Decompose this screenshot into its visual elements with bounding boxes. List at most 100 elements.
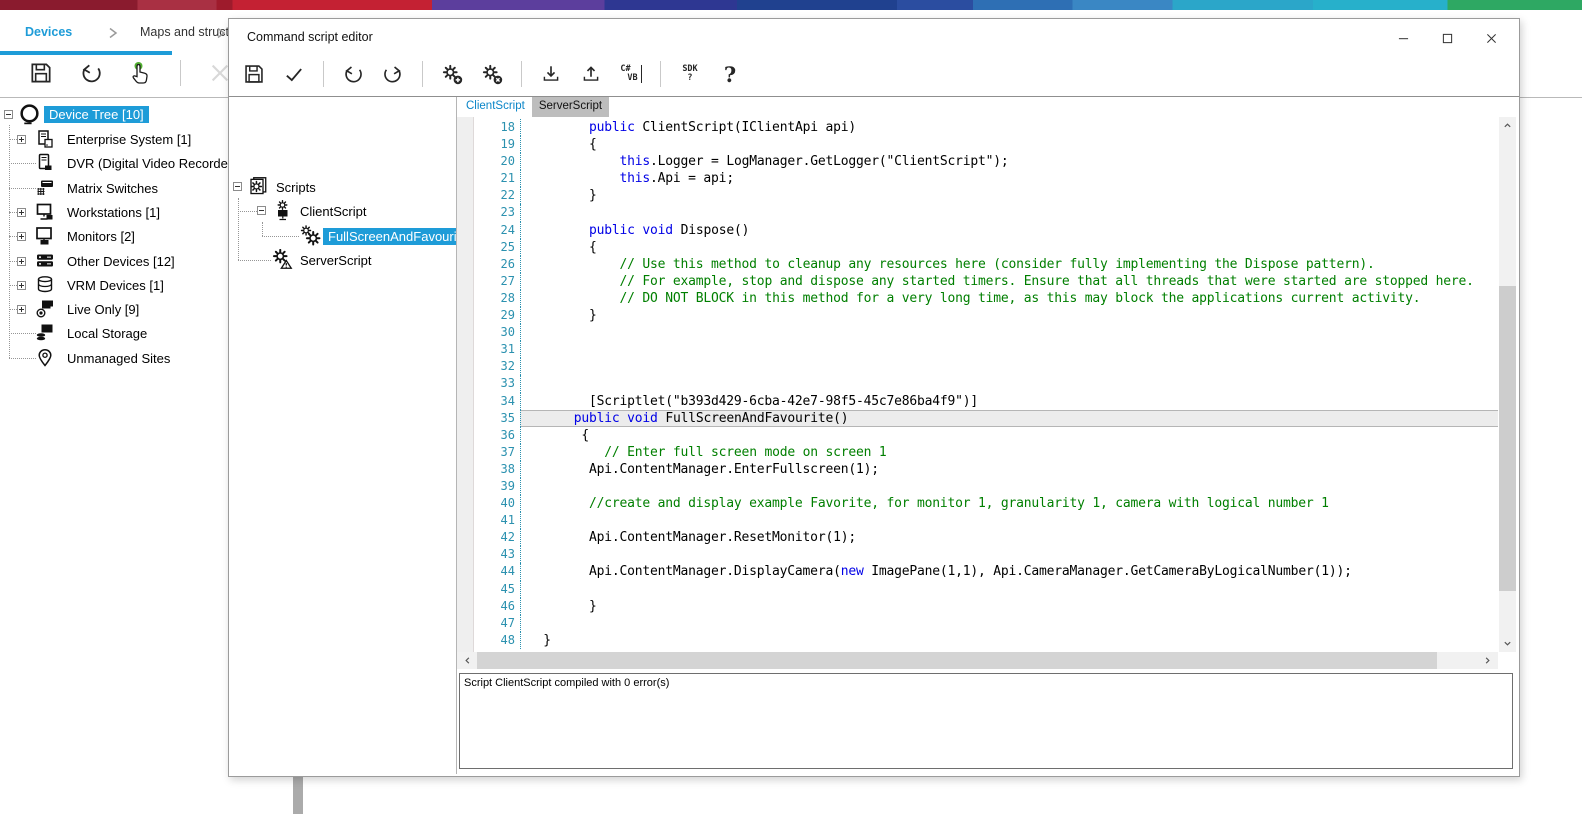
tree-item-other-devices-12[interactable]: Other Devices [12] (0, 250, 228, 272)
code-text[interactable] (520, 341, 1498, 358)
code-line-43[interactable]: 43 (473, 546, 1498, 563)
editor-hscrollbar[interactable] (457, 652, 1498, 669)
code-line-21[interactable]: 21 this.Api = api; (473, 170, 1498, 187)
expand-toggle[interactable] (17, 208, 26, 217)
undo-button[interactable] (76, 58, 106, 88)
code-text[interactable] (520, 358, 1498, 375)
tree-item-monitors-2[interactable]: Monitors [2] (0, 225, 228, 247)
code-line-45[interactable]: 45 (473, 581, 1498, 598)
collapse-toggle[interactable] (233, 182, 242, 191)
code-text[interactable]: public void Dispose() (520, 222, 1498, 239)
scroll-left-button[interactable] (459, 652, 476, 669)
code-text[interactable] (520, 375, 1498, 392)
help-button[interactable]: ? (715, 59, 745, 89)
code-text[interactable]: //create and display example Favorite, f… (520, 495, 1498, 512)
code-line-34[interactable]: 34 [Scriptlet("b393d429-6cba-42e7-98f5-4… (473, 393, 1498, 410)
code-text[interactable]: public ClientScript(IClientApi api) (520, 119, 1498, 136)
code-text[interactable] (520, 204, 1498, 221)
expand-toggle[interactable] (17, 257, 26, 266)
code-editor[interactable]: 18 public ClientScript(IClientApi api)19… (457, 117, 1498, 652)
code-text[interactable]: public void FullScreenAndFavourite() (520, 410, 1498, 427)
code-text[interactable] (520, 546, 1498, 563)
code-line-29[interactable]: 29 } (473, 307, 1498, 324)
code-line-32[interactable]: 32 (473, 358, 1498, 375)
tree-item-workstations-1[interactable]: Workstations [1] (0, 201, 228, 223)
code-line-19[interactable]: 19 { (473, 136, 1498, 153)
tree-item-vrm-devices-1[interactable]: VRM Devices [1] (0, 274, 228, 296)
tree-item-clientscript[interactable]: ClientScript (231, 200, 456, 222)
code-line-22[interactable]: 22 } (473, 187, 1498, 204)
code-text[interactable] (520, 581, 1498, 598)
code-text[interactable]: Api.ContentManager.EnterFullscreen(1); (520, 461, 1498, 478)
code-line-47[interactable]: 47 (473, 615, 1498, 632)
tree-item-unmanaged-sites[interactable]: Unmanaged Sites (0, 347, 228, 369)
code-text[interactable]: this.Logger = LogManager.GetLogger("Clie… (520, 153, 1498, 170)
code-line-38[interactable]: 38 Api.ContentManager.EnterFullscreen(1)… (473, 461, 1498, 478)
code-line-24[interactable]: 24 public void Dispose() (473, 222, 1498, 239)
tab-serverscript[interactable]: ServerScript (532, 97, 609, 117)
tree-item-scripts[interactable]: Scripts (231, 176, 456, 198)
scrollbar-thumb[interactable] (477, 652, 1437, 669)
maximize-button[interactable] (1425, 23, 1469, 53)
expand-toggle[interactable] (17, 232, 26, 241)
code-line-35[interactable]: 35 public void FullScreenAndFavourite() (473, 410, 1498, 427)
scroll-right-button[interactable] (1479, 652, 1496, 669)
scroll-up-button[interactable] (1499, 117, 1516, 134)
tree-item-enterprise-system-1[interactable]: Enterprise System [1] (0, 128, 228, 150)
code-line-23[interactable]: 23 (473, 204, 1498, 221)
save-script-button[interactable] (239, 59, 269, 89)
tree-item-local-storage[interactable]: Local Storage (0, 322, 228, 344)
code-text[interactable]: // For example, stop and dispose any sta… (520, 273, 1498, 290)
editor-vscrollbar[interactable] (1499, 117, 1516, 652)
code-text[interactable] (520, 478, 1498, 495)
code-line-48[interactable]: 48 } (473, 632, 1498, 649)
code-text[interactable]: } (520, 307, 1498, 324)
close-button[interactable] (1469, 23, 1513, 53)
minimize-button[interactable] (1381, 23, 1425, 53)
code-line-18[interactable]: 18 public ClientScript(IClientApi api) (473, 119, 1498, 136)
expand-toggle[interactable] (4, 110, 13, 119)
tree-item-live-only-9[interactable]: Live Only [9] (0, 298, 228, 320)
code-text[interactable]: Api.ContentManager.ResetMonitor(1); (520, 529, 1498, 546)
code-text[interactable]: { (520, 427, 1498, 444)
code-line-26[interactable]: 26 // Use this method to cleanup any res… (473, 256, 1498, 273)
code-line-25[interactable]: 25 { (473, 239, 1498, 256)
code-line-37[interactable]: 37 // Enter full screen mode on screen 1 (473, 444, 1498, 461)
tree-item-fullscreenandfavourite[interactable]: FullScreenAndFavourite (231, 225, 456, 247)
code-text[interactable]: // DO NOT BLOCK in this method for a ver… (520, 290, 1498, 307)
code-line-28[interactable]: 28 // DO NOT BLOCK in this method for a … (473, 290, 1498, 307)
save-button[interactable] (26, 58, 56, 88)
expand-toggle[interactable] (17, 281, 26, 290)
code-text[interactable] (520, 512, 1498, 529)
validate-script-button[interactable] (279, 59, 309, 89)
code-line-44[interactable]: 44 Api.ContentManager.DisplayCamera(new … (473, 563, 1498, 580)
expand-toggle[interactable] (17, 135, 26, 144)
code-line-27[interactable]: 27 // For example, stop and dispose any … (473, 273, 1498, 290)
undo-button[interactable] (338, 59, 368, 89)
scroll-down-button[interactable] (1499, 635, 1516, 652)
code-line-40[interactable]: 40 //create and display example Favorite… (473, 495, 1498, 512)
code-text[interactable]: // Enter full screen mode on screen 1 (520, 444, 1498, 461)
expand-toggle[interactable] (17, 305, 26, 314)
dialog-titlebar[interactable]: Command script editor (229, 19, 1519, 57)
remove-scriptlet-button[interactable] (477, 59, 507, 89)
code-text[interactable]: { (520, 239, 1498, 256)
code-line-46[interactable]: 46 } (473, 598, 1498, 615)
code-text[interactable]: // Use this method to cleanup any resour… (520, 256, 1498, 273)
tab-devices[interactable]: Devices (25, 25, 72, 39)
code-text[interactable]: { (520, 136, 1498, 153)
code-line-31[interactable]: 31 (473, 341, 1498, 358)
code-text[interactable]: } (520, 632, 1498, 649)
scrollbar-thumb[interactable] (1499, 286, 1516, 591)
add-scriptlet-button[interactable] (437, 59, 467, 89)
code-line-39[interactable]: 39 (473, 478, 1498, 495)
tree-item-serverscript[interactable]: ServerScript (231, 249, 456, 271)
code-line-33[interactable]: 33 (473, 375, 1498, 392)
convert-code-button[interactable]: C#VB (616, 59, 646, 89)
sdk-help-button[interactable]: SDK? (675, 59, 705, 89)
code-text[interactable]: } (520, 187, 1498, 204)
pan-mode-button[interactable] (126, 58, 156, 88)
tree-item-matrix-switches[interactable]: Matrix Switches (0, 177, 228, 199)
tree-item-dvr-digital-video-recorder[interactable]: DVR (Digital Video Recorder) (0, 152, 228, 174)
code-line-36[interactable]: 36 { (473, 427, 1498, 444)
